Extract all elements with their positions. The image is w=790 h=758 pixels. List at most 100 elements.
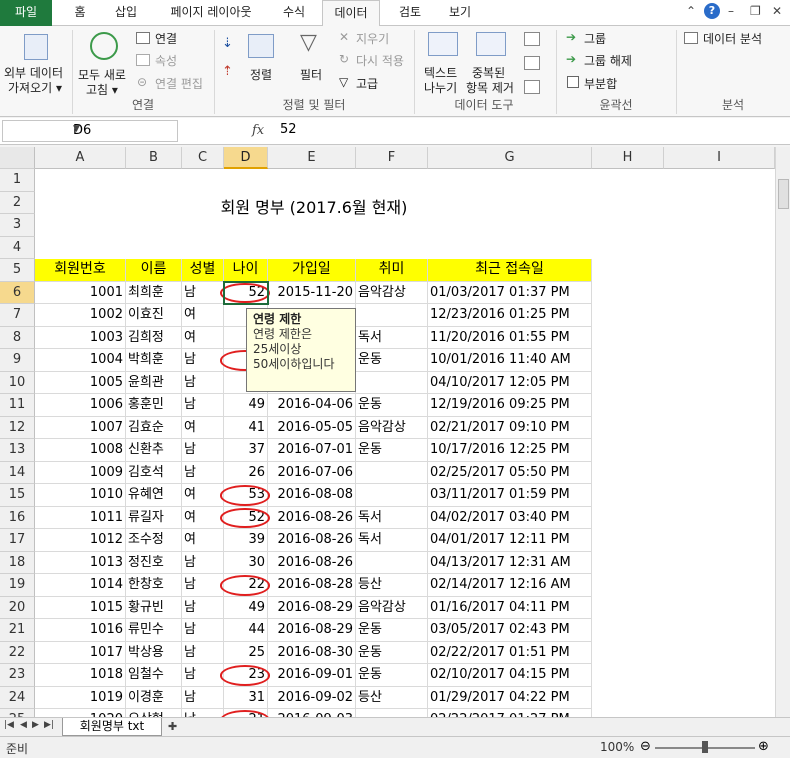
vertical-scroll-thumb[interactable] <box>778 179 789 209</box>
member-number-cell[interactable]: 1016 <box>35 619 126 642</box>
hobby-cell[interactable]: 등산 <box>356 574 428 597</box>
hobby-cell[interactable]: 독서 <box>356 529 428 552</box>
member-number-cell[interactable]: 1006 <box>35 394 126 417</box>
gender-cell[interactable]: 남 <box>182 551 224 574</box>
member-number-cell[interactable]: 1014 <box>35 574 126 597</box>
member-number-cell[interactable]: 1019 <box>35 686 126 709</box>
hobby-cell[interactable]: 운동 <box>356 641 428 664</box>
zoom-out-icon[interactable]: ⊖ <box>640 739 651 754</box>
row-header[interactable]: 12 <box>0 416 35 439</box>
name-cell[interactable]: 조수정 <box>126 529 182 552</box>
hobby-cell[interactable]: 음악감상 <box>356 281 428 304</box>
vertical-scrollbar[interactable] <box>775 147 790 717</box>
column-header[interactable]: B <box>126 147 182 169</box>
gender-cell[interactable]: 남 <box>182 686 224 709</box>
last-login-cell[interactable]: 03/05/2017 02:43 PM <box>428 619 592 642</box>
last-login-cell[interactable]: 04/02/2017 03:40 PM <box>428 506 592 529</box>
age-cell[interactable]: 41 <box>224 416 268 439</box>
last-login-cell[interactable]: 01/03/2017 01:37 PM <box>428 281 592 304</box>
row-header[interactable]: 21 <box>0 619 35 642</box>
column-header[interactable]: A <box>35 147 126 169</box>
row-header[interactable]: 20 <box>0 596 35 619</box>
gender-cell[interactable]: 남 <box>182 281 224 304</box>
last-login-cell[interactable]: 02/22/2017 01:51 PM <box>428 641 592 664</box>
join-date-cell[interactable]: 2016-08-29 <box>268 619 356 642</box>
name-cell[interactable]: 류길자 <box>126 506 182 529</box>
gender-cell[interactable]: 남 <box>182 439 224 462</box>
name-cell[interactable]: 홍훈민 <box>126 394 182 417</box>
chevron-down-icon[interactable]: ▼ <box>73 124 173 134</box>
collapse-ribbon-icon[interactable]: ⌃ <box>686 4 696 18</box>
last-login-cell[interactable]: 02/14/2017 12:16 AM <box>428 574 592 597</box>
tab-data[interactable]: 데이터 <box>322 0 380 27</box>
row-header[interactable]: 14 <box>0 461 35 484</box>
table-header-cell[interactable]: 성별 <box>182 259 224 282</box>
member-number-cell[interactable]: 1011 <box>35 506 126 529</box>
hobby-cell[interactable] <box>356 484 428 507</box>
member-number-cell[interactable]: 1002 <box>35 304 126 327</box>
row-header[interactable]: 3 <box>0 214 35 237</box>
last-sheet-icon[interactable]: ▶| <box>44 720 54 730</box>
hobby-cell[interactable]: 독서 <box>356 506 428 529</box>
external-data-button-l2[interactable]: 가져오기 ▾ <box>8 79 62 96</box>
member-number-cell[interactable]: 1001 <box>35 281 126 304</box>
row-header[interactable]: 16 <box>0 506 35 529</box>
data-validation-icon[interactable] <box>524 32 540 46</box>
hobby-cell[interactable]: 운동 <box>356 664 428 687</box>
gender-cell[interactable]: 여 <box>182 484 224 507</box>
hobby-cell[interactable]: 운동 <box>356 394 428 417</box>
clear-button[interactable]: 지우기 <box>356 30 389 47</box>
tab-view[interactable]: 보기 <box>440 0 480 26</box>
subtotal-button[interactable]: 부분합 <box>584 75 617 92</box>
sort-desc-icon[interactable]: ⇡ <box>222 64 233 79</box>
row-header[interactable]: 15 <box>0 484 35 507</box>
member-number-cell[interactable]: 1005 <box>35 371 126 394</box>
tab-page-layout[interactable]: 페이지 레이아웃 <box>156 0 266 26</box>
ungroup-button[interactable]: 그룹 해제 <box>584 52 632 69</box>
join-date-cell[interactable]: 2016-09-01 <box>268 664 356 687</box>
table-header-cell[interactable]: 나이 <box>224 259 268 282</box>
member-number-cell[interactable]: 1013 <box>35 551 126 574</box>
gender-cell[interactable]: 여 <box>182 304 224 327</box>
member-number-cell[interactable]: 1008 <box>35 439 126 462</box>
select-all-corner[interactable] <box>0 147 35 169</box>
advanced-button[interactable]: 고급 <box>356 75 378 92</box>
join-date-cell[interactable]: 2016-08-28 <box>268 574 356 597</box>
tab-review[interactable]: 검토 <box>390 0 430 26</box>
row-header[interactable]: 4 <box>0 236 35 259</box>
join-date-cell[interactable]: 2016-08-26 <box>268 551 356 574</box>
last-login-cell[interactable]: 04/01/2017 12:11 PM <box>428 529 592 552</box>
minimize-icon[interactable]: – <box>728 4 734 18</box>
last-login-cell[interactable]: 04/13/2017 12:31 AM <box>428 551 592 574</box>
hobby-cell[interactable] <box>356 551 428 574</box>
first-sheet-icon[interactable]: |◀ <box>4 720 14 730</box>
last-login-cell[interactable]: 02/10/2017 04:15 PM <box>428 664 592 687</box>
last-login-cell[interactable]: 12/19/2016 09:25 PM <box>428 394 592 417</box>
age-cell[interactable]: 39 <box>224 529 268 552</box>
filter-button[interactable]: 필터 <box>300 66 322 83</box>
row-header[interactable]: 2 <box>0 191 35 214</box>
fx-icon[interactable]: fx <box>252 123 264 138</box>
what-if-icon[interactable] <box>524 80 540 94</box>
table-header-cell[interactable]: 가입일 <box>268 259 356 282</box>
hobby-cell[interactable]: 운동 <box>356 439 428 462</box>
join-date-cell[interactable]: 2016-09-02 <box>268 686 356 709</box>
member-number-cell[interactable]: 1003 <box>35 326 126 349</box>
join-date-cell[interactable]: 2016-08-30 <box>268 641 356 664</box>
name-cell[interactable]: 김희정 <box>126 326 182 349</box>
gender-cell[interactable]: 남 <box>182 641 224 664</box>
gender-cell[interactable]: 남 <box>182 394 224 417</box>
gender-cell[interactable]: 남 <box>182 349 224 372</box>
table-header-cell[interactable]: 회원번호 <box>35 259 126 282</box>
table-header-cell[interactable]: 최근 접속일 <box>428 259 592 282</box>
age-cell[interactable]: 26 <box>224 461 268 484</box>
name-cell[interactable]: 임철수 <box>126 664 182 687</box>
hobby-cell[interactable]: 운동 <box>356 619 428 642</box>
group-button[interactable]: 그룹 <box>584 30 606 47</box>
zoom-level[interactable]: 100% <box>600 740 634 754</box>
member-number-cell[interactable]: 1004 <box>35 349 126 372</box>
gender-cell[interactable]: 남 <box>182 371 224 394</box>
row-header[interactable]: 19 <box>0 574 35 597</box>
row-header[interactable]: 7 <box>0 304 35 327</box>
member-number-cell[interactable]: 1018 <box>35 664 126 687</box>
